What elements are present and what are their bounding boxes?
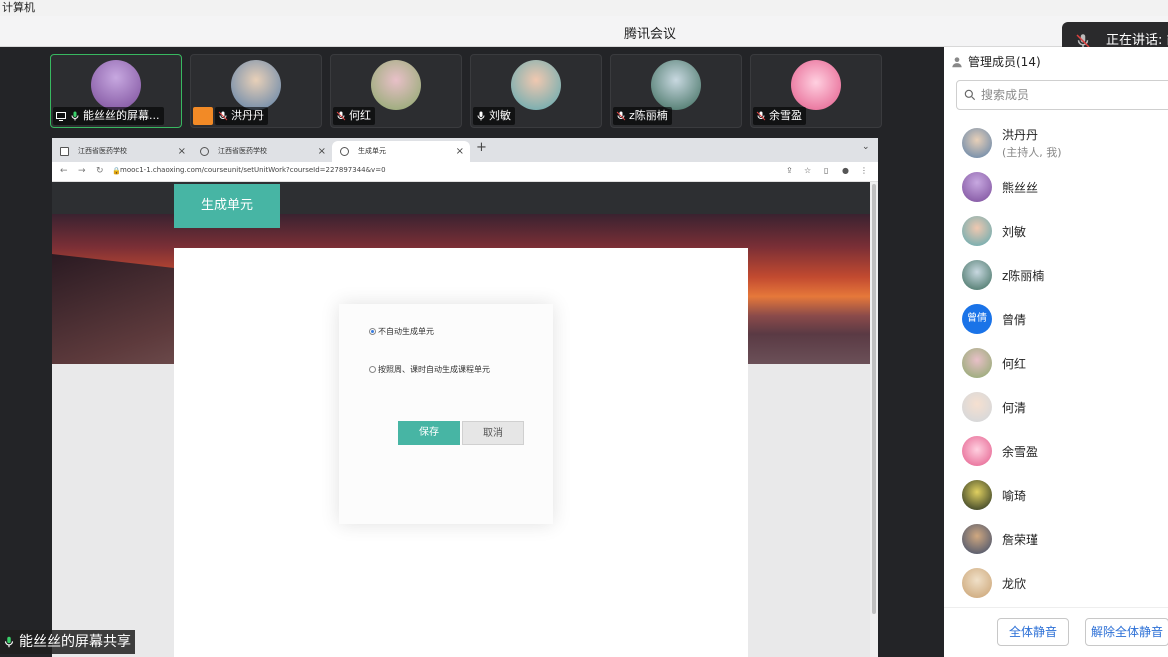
- star-icon[interactable]: ☆: [804, 166, 811, 175]
- member-search-input[interactable]: 搜索成员: [956, 80, 1168, 110]
- save-button[interactable]: 保存: [398, 421, 460, 445]
- participant-tile[interactable]: z陈丽楠: [610, 54, 742, 128]
- participant-tile[interactable]: 刘敏: [470, 54, 602, 128]
- radio-selected[interactable]: [369, 328, 376, 335]
- tile-label: 何红: [333, 107, 375, 125]
- page-icon: [60, 147, 69, 156]
- list-item[interactable]: 曾倩 曾倩: [944, 297, 1168, 341]
- avatar: [371, 60, 421, 110]
- unmute-all-button[interactable]: 解除全体静音: [1085, 618, 1168, 646]
- sidebar-icon[interactable]: ▯: [824, 166, 828, 175]
- mic-muted-icon: [218, 111, 228, 121]
- list-item[interactable]: 龙欣: [944, 561, 1168, 605]
- avatar: 曾倩: [962, 304, 992, 334]
- window-titlebar: 腾讯会议 正在讲话: 能: [0, 16, 1168, 60]
- tile-label: 刘敏: [473, 107, 515, 125]
- generate-unit-dialog: 不自动生成单元 按照周、课时自动生成课程单元 保存 取消: [339, 304, 553, 524]
- url-field[interactable]: mooc1-1.chaoxing.com/courseunit/setUnitW…: [120, 166, 386, 174]
- mic-muted-icon: [756, 111, 766, 121]
- participant-tile[interactable]: 何红: [330, 54, 462, 128]
- window-title: 腾讯会议: [623, 27, 676, 42]
- list-item[interactable]: 熊丝丝: [944, 165, 1168, 209]
- mic-on-icon: [71, 111, 79, 121]
- page-scrollbar[interactable]: [870, 182, 878, 657]
- tile-label: 洪丹丹: [215, 107, 268, 125]
- tile-label: 能丝丝的屏幕...: [53, 107, 164, 125]
- avatar: [962, 348, 992, 378]
- share-icon[interactable]: ⇪: [786, 166, 793, 175]
- web-page: 生成单元 不自动生成单元 按照周、课时自动生成课程单元 保存 取消: [52, 182, 870, 657]
- list-item[interactable]: 喻琦: [944, 473, 1168, 517]
- browser-tab[interactable]: 江西省医药学校 ×: [192, 141, 332, 162]
- list-item[interactable]: 詹荣瑾: [944, 517, 1168, 561]
- list-item[interactable]: 洪丹丹 (主持人, 我): [944, 121, 1168, 165]
- mute-all-button[interactable]: 全体静音: [997, 618, 1069, 646]
- avatar: [91, 60, 141, 110]
- browser-tab-active[interactable]: 生成单元 ×: [332, 141, 470, 162]
- forward-icon[interactable]: →: [78, 166, 86, 176]
- back-icon[interactable]: ←: [60, 166, 68, 176]
- os-taskbar-label: 计算机: [0, 0, 1168, 16]
- menu-icon[interactable]: ⋮: [860, 166, 868, 175]
- option-no-auto[interactable]: 不自动生成单元: [369, 326, 434, 337]
- option-auto-generate[interactable]: 按照周、课时自动生成课程单元: [369, 364, 490, 375]
- tile-label: z陈丽楠: [613, 107, 672, 125]
- user-icon: [952, 56, 962, 67]
- mic-muted-icon: [336, 111, 346, 121]
- participant-tile[interactable]: 洪丹丹: [190, 54, 322, 128]
- browser-tab-strip: 江西省医药学校 × 江西省医药学校 × 生成单元 × + ⌄: [52, 138, 878, 162]
- list-item[interactable]: 何红: [944, 341, 1168, 385]
- browser-tab[interactable]: 江西省医药学校 ×: [52, 141, 192, 162]
- avatar: [962, 172, 992, 202]
- radio-unselected[interactable]: [369, 366, 376, 373]
- mic-on-icon: [4, 636, 14, 648]
- video-area: 能丝丝的屏幕... 洪丹丹 何红 刘敏 z陈丽楠 余雪盈 江西省医药学校 × 江…: [0, 47, 944, 657]
- members-panel-footer: 全体静音 解除全体静音: [944, 607, 1168, 657]
- avatar: [962, 128, 992, 158]
- list-item[interactable]: 刘敏: [944, 209, 1168, 253]
- avatar: [962, 568, 992, 598]
- tile-label: 余雪盈: [753, 107, 806, 125]
- close-icon[interactable]: ×: [318, 141, 326, 162]
- globe-icon: [340, 147, 349, 156]
- avatar: [962, 480, 992, 510]
- new-tab-icon[interactable]: +: [476, 140, 487, 155]
- participant-tile[interactable]: 能丝丝的屏幕...: [50, 54, 182, 128]
- screen-share-icon: [56, 112, 66, 121]
- participant-tile[interactable]: 余雪盈: [750, 54, 882, 128]
- globe-icon: [200, 147, 209, 156]
- avatar: [962, 436, 992, 466]
- list-item[interactable]: z陈丽楠: [944, 253, 1168, 297]
- list-item[interactable]: 何清: [944, 385, 1168, 429]
- close-icon[interactable]: ×: [456, 141, 464, 162]
- avatar: [791, 60, 841, 110]
- speaking-text: 正在讲话: 能: [1106, 33, 1168, 48]
- mic-on-icon: [477, 111, 485, 121]
- close-icon[interactable]: ×: [178, 141, 186, 162]
- address-bar: ← → ↻ 🔒 mooc1-1.chaoxing.com/courseunit/…: [52, 162, 878, 182]
- avatar: [511, 60, 561, 110]
- avatar: [962, 216, 992, 246]
- host-icon: [193, 107, 213, 125]
- list-item[interactable]: 余雪盈: [944, 429, 1168, 473]
- content-card: 不自动生成单元 按照周、课时自动生成课程单元 保存 取消: [174, 248, 748, 657]
- avatar: [962, 524, 992, 554]
- members-panel-title: 管理成员(14): [950, 53, 1041, 70]
- generate-unit-tab[interactable]: 生成单元: [174, 184, 280, 228]
- avatar: [651, 60, 701, 110]
- avatar: [231, 60, 281, 110]
- members-panel: 管理成员(14) 搜索成员 洪丹丹 (主持人, 我) 熊丝丝 刘敏 z陈丽楠 曾…: [944, 47, 1168, 657]
- cancel-button[interactable]: 取消: [462, 421, 524, 445]
- profile-icon[interactable]: ●: [842, 166, 849, 175]
- mic-muted-icon: [616, 111, 626, 121]
- shared-browser-window: 江西省医药学校 × 江西省医药学校 × 生成单元 × + ⌄ ← → ↻ 🔒 m…: [52, 138, 878, 657]
- search-icon: [964, 89, 976, 101]
- chevron-down-icon[interactable]: ⌄: [862, 142, 870, 152]
- avatar: [962, 260, 992, 290]
- screen-share-label: 能丝丝的屏幕共享: [0, 630, 135, 654]
- avatar: [962, 392, 992, 422]
- reload-icon[interactable]: ↻: [96, 166, 104, 176]
